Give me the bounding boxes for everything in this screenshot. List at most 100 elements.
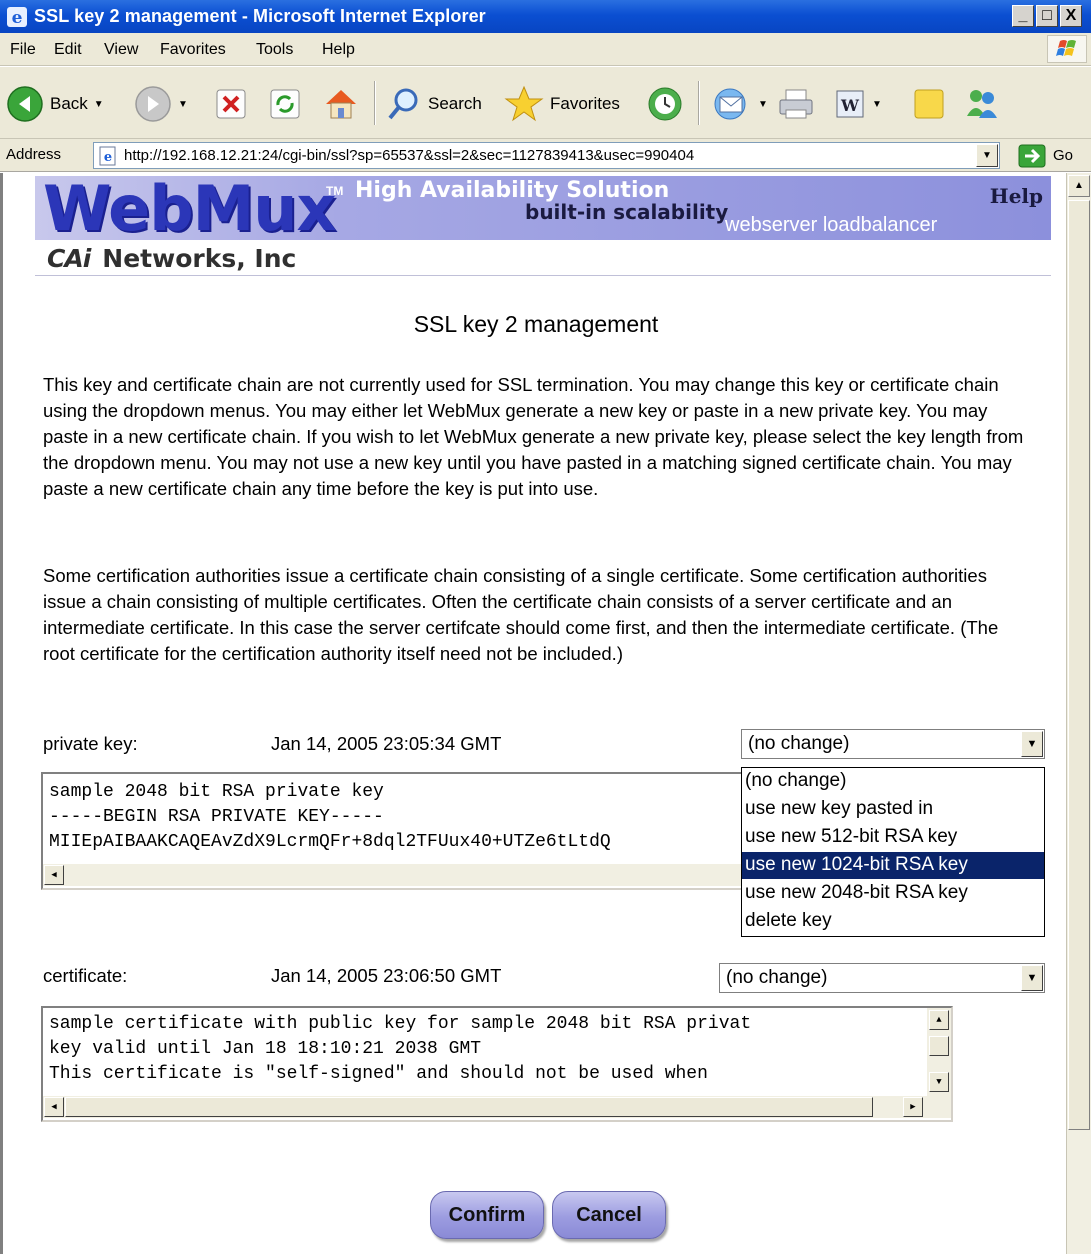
address-input[interactable]: e http://192.168.12.21:24/cgi-bin/ssl?sp…: [93, 142, 1000, 169]
certificate-line: key valid until Jan 18 18:10:21 2038 GMT: [49, 1039, 482, 1059]
private-key-line: sample 2048 bit RSA private key: [49, 782, 384, 802]
title-bar: e SSL key 2 management - Microsoft Inter…: [0, 0, 1091, 33]
forward-button[interactable]: ▼: [134, 79, 188, 129]
go-button[interactable]: Go: [1053, 147, 1073, 164]
option-2048-bit[interactable]: use new 2048-bit RSA key: [742, 880, 1044, 907]
printer-icon: [779, 89, 813, 119]
svg-text:W: W: [840, 96, 860, 115]
certificate-textarea[interactable]: sample certificate with public key for s…: [41, 1006, 953, 1122]
webmux-logo: WebMux: [43, 173, 336, 245]
private-key-textarea[interactable]: sample 2048 bit RSA private key -----BEG…: [41, 772, 753, 890]
favorites-button[interactable]: Favorites: [504, 79, 620, 129]
menu-help[interactable]: Help: [322, 41, 355, 59]
private-key-selected: (no change): [748, 733, 850, 754]
certificate-line: This certificate is "self-signed" and sh…: [49, 1064, 708, 1084]
home-icon: [326, 90, 356, 119]
banner-tagline-scalability: built-in scalability: [525, 200, 729, 224]
menu-favorites[interactable]: Favorites: [160, 41, 226, 59]
private-key-hscroll[interactable]: ◀: [43, 864, 751, 886]
scroll-left-icon[interactable]: ◀: [44, 865, 64, 885]
stop-icon: [216, 89, 246, 119]
menu-edit[interactable]: Edit: [54, 41, 82, 59]
forward-arrow-icon: [135, 86, 171, 122]
svg-text:e: e: [12, 8, 23, 28]
edit-dropdown-icon[interactable]: ▼: [872, 99, 882, 110]
edit-button[interactable]: W ▼: [834, 79, 882, 129]
refresh-button[interactable]: [268, 79, 302, 129]
go-arrow-icon[interactable]: [1018, 144, 1046, 168]
certificate-select[interactable]: (no change) ▼: [719, 963, 1045, 993]
history-icon: [648, 87, 682, 121]
window-title: SSL key 2 management - Microsoft Interne…: [34, 6, 486, 26]
certificate-hscroll[interactable]: ◀ ▶: [43, 1096, 951, 1118]
address-dropdown-icon[interactable]: ▼: [976, 144, 998, 167]
forward-dropdown-icon[interactable]: ▼: [178, 99, 188, 110]
home-button[interactable]: [322, 79, 360, 129]
note-icon: [914, 89, 944, 119]
back-dropdown-icon[interactable]: ▼: [94, 99, 104, 110]
chain-paragraph: Some certification authorities issue a c…: [43, 565, 999, 664]
close-button[interactable]: X: [1060, 5, 1082, 27]
address-url: http://192.168.12.21:24/cgi-bin/ssl?sp=6…: [124, 147, 695, 164]
mail-dropdown-icon[interactable]: ▼: [758, 99, 768, 110]
messenger-button[interactable]: [962, 79, 1002, 129]
minimize-button[interactable]: _: [1012, 5, 1034, 27]
private-key-date: Jan 14, 2005 23:05:34 GMT: [271, 733, 502, 754]
menu-bar: File Edit View Favorites Tools Help: [0, 33, 1091, 66]
scroll-up-icon[interactable]: ▲: [1068, 175, 1090, 197]
private-key-options-list[interactable]: (no change) use new key pasted in use ne…: [741, 767, 1045, 937]
scroll-thumb[interactable]: [65, 1097, 873, 1117]
mail-icon: [714, 88, 746, 120]
chevron-down-icon[interactable]: ▼: [1021, 965, 1043, 991]
chevron-down-icon[interactable]: ▼: [1021, 731, 1043, 757]
history-button[interactable]: [646, 79, 684, 129]
page-title: SSL key 2 management: [413, 311, 659, 337]
menu-view[interactable]: View: [104, 41, 138, 59]
confirm-button[interactable]: Confirm: [430, 1191, 544, 1239]
company-logo: CAi Networks, Inc: [47, 244, 296, 273]
page-scrollbar[interactable]: ▲: [1066, 173, 1091, 1254]
scroll-down-icon[interactable]: ▼: [929, 1072, 949, 1092]
scroll-up-icon[interactable]: ▲: [929, 1010, 949, 1030]
cancel-button[interactable]: Cancel: [552, 1191, 666, 1239]
svg-text:e: e: [104, 150, 112, 165]
option-use-pasted-key[interactable]: use new key pasted in: [742, 796, 1044, 823]
menu-file[interactable]: File: [10, 41, 36, 59]
private-key-line: MIIEpAIBAAKCAQEAvZdX9LcrmQFr+8dql2TFUux4…: [49, 832, 611, 852]
internet-explorer-icon: e: [7, 7, 27, 28]
search-icon: [388, 88, 418, 120]
stop-button[interactable]: [214, 79, 248, 129]
mail-button[interactable]: ▼: [710, 79, 768, 129]
cai-logo: CAi: [47, 244, 91, 273]
back-label: Back: [50, 94, 88, 113]
option-no-change[interactable]: (no change): [742, 768, 1044, 795]
help-link[interactable]: Help: [990, 184, 1043, 208]
word-icon: W: [836, 90, 864, 118]
private-key-select[interactable]: (no change) ▼: [741, 729, 1045, 759]
refresh-icon: [270, 89, 300, 119]
toolbar: Back ▼ ▼ Search Favorites ▼ W ▼: [0, 67, 1091, 139]
scroll-right-icon[interactable]: ▶: [903, 1097, 923, 1117]
company-name: Networks, Inc: [102, 244, 297, 273]
back-button[interactable]: Back ▼: [6, 79, 104, 129]
search-button[interactable]: Search: [386, 79, 482, 129]
print-button[interactable]: [776, 79, 816, 129]
favorites-label: Favorites: [550, 94, 620, 113]
private-key-label: private key:: [43, 733, 138, 754]
back-arrow-icon: [7, 86, 43, 122]
menu-tools[interactable]: Tools: [256, 41, 293, 59]
scroll-thumb[interactable]: [929, 1036, 949, 1056]
certificate-vscroll[interactable]: ▲ ▼: [927, 1008, 951, 1096]
option-delete-key[interactable]: delete key: [742, 908, 1044, 935]
intro-paragraph: This key and certificate chain are not c…: [43, 374, 1024, 499]
toolbar-separator: [698, 81, 700, 125]
discuss-button[interactable]: [912, 79, 946, 129]
scroll-thumb[interactable]: [1068, 200, 1090, 1130]
scroll-left-icon[interactable]: ◀: [44, 1097, 64, 1117]
option-512-bit[interactable]: use new 512-bit RSA key: [742, 824, 1044, 851]
address-label: Address: [6, 146, 62, 163]
page-viewport: WebMux TM High Availability Solution bui…: [0, 173, 1066, 1254]
toolbar-separator: [374, 81, 376, 125]
option-1024-bit[interactable]: use new 1024-bit RSA key: [742, 852, 1044, 879]
maximize-button[interactable]: □: [1036, 5, 1058, 27]
